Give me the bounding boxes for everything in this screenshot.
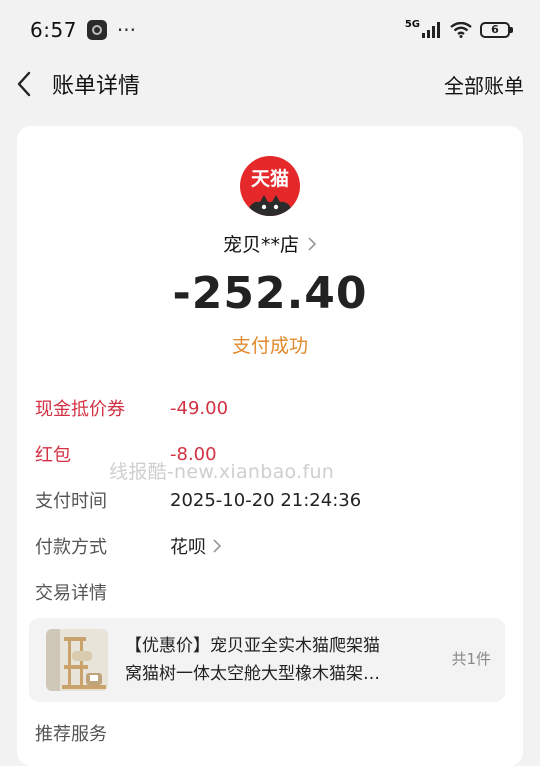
detail-label: 交易详情 [35,583,107,604]
product-thumbnail [46,629,108,691]
all-bills-link[interactable]: 全部账单 [444,70,524,99]
watermark: 线报酷-new.xianbao.fun [109,461,335,483]
merchant-name: 宠贝**店 [222,234,299,256]
detail-label: 现金抵价券 [35,399,125,420]
section-heading-recommended: 推荐服务 [35,724,107,745]
detail-value: 花呗 [170,537,206,558]
detail-value: 2025-10-20 21:24:36 [170,489,362,511]
back-button[interactable] [16,64,46,104]
tmall-cat-icon [246,195,294,216]
chevron-left-icon [17,71,31,97]
signal-icon [422,22,440,38]
status-time: 6:57 [30,18,77,42]
merchant-name-link[interactable]: 宠贝**店 [17,230,523,257]
pay-method-value: 花呗 [170,533,222,559]
detail-label: 付款方式 [35,537,107,558]
detail-label: 支付时间 [35,491,107,512]
network-type-label: 5G [404,18,420,30]
page-title: 账单详情 [52,74,141,99]
payment-amount: -252.40 [172,268,368,319]
detail-row-pay-time: 支付时间 2025-10-20 21:24:36 [35,486,361,514]
more-notifications-icon: ··· [116,18,136,42]
product-title-line: 窝猫树一体太空舱大型橡木猫架… [125,664,380,684]
chevron-right-icon [213,539,222,553]
detail-row-pay-method[interactable]: 付款方式 花呗 [35,532,222,560]
wifi-icon [450,22,472,38]
detail-row-coupon: 现金抵价券 -49.00 [35,394,228,422]
status-bar: 6:57 ··· 5G 6 [0,0,540,60]
battery-icon: 6 [480,22,513,38]
cat-tree-image-icon [46,629,108,691]
status-indicators: 5G 6 [404,18,513,38]
bill-card: 天猫 宠贝**店 -252.40 支付成功 现金抵价券 -49.00 红包 -8… [17,126,523,766]
chevron-right-icon [308,236,317,251]
app-notification-icon [86,20,107,40]
product-title: 【优惠价】宠贝亚全实木猫爬架猫 窝猫树一体太空舱大型橡木猫架… [125,632,410,688]
detail-value: -49.00 [170,397,229,419]
detail-row-transaction: 交易详情 [35,578,170,606]
product-title-line: 【优惠价】宠贝亚全实木猫爬架猫 [125,636,380,656]
payment-status: 支付成功 [231,335,308,357]
logo-text: 天猫 [250,168,289,190]
product-count: 共1件 [451,650,491,668]
product-item[interactable]: 【优惠价】宠贝亚全实木猫爬架猫 窝猫树一体太空舱大型橡木猫架… 共1件 [29,618,505,702]
merchant-logo: 天猫 [240,156,300,216]
nav-bar: 账单详情 全部账单 [0,60,540,108]
